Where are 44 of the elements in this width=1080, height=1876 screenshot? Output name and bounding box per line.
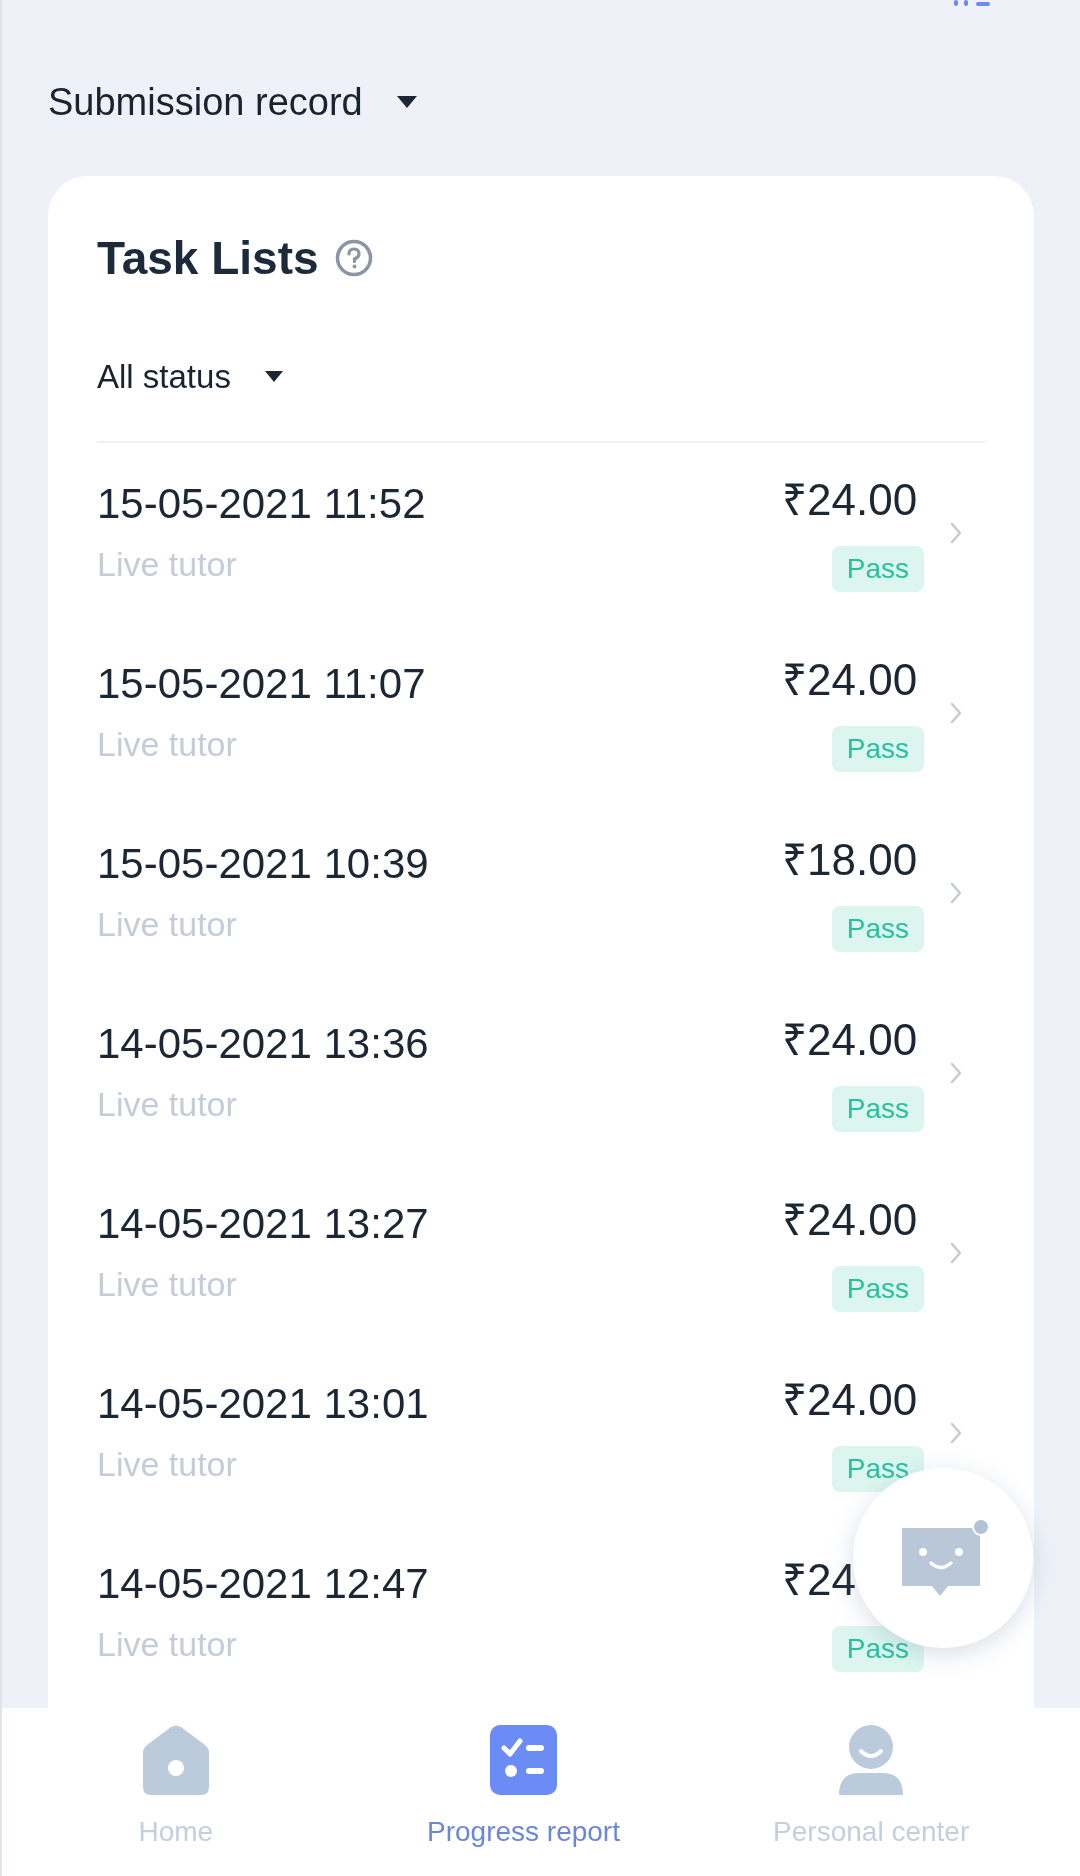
chat-bot-icon	[900, 1518, 990, 1598]
chevron-right-icon	[950, 882, 962, 904]
task-type-text: Live tutor	[97, 904, 237, 944]
caret-icon	[264, 370, 283, 382]
chevron-right-icon	[950, 522, 962, 544]
amount-text: ₹18.00	[782, 836, 918, 884]
status-badge: Pass	[831, 726, 924, 772]
chevron-right-icon	[950, 1062, 962, 1084]
amount-text: ₹24.00	[782, 476, 918, 524]
nav-tab[interactable]: Progress report	[349, 1708, 698, 1876]
status-badge: Pass	[831, 1086, 924, 1132]
status-badge: Pass	[831, 546, 924, 592]
caret-icon	[396, 96, 417, 108]
amount-text: ₹24.00	[782, 1016, 918, 1064]
home-icon	[142, 1725, 209, 1795]
date-time-text: 15-05-2021 11:52	[97, 480, 426, 528]
person-icon	[839, 1725, 904, 1795]
amount-text: ₹24.00	[782, 1196, 918, 1244]
task-type-text: Live tutor	[97, 1624, 237, 1664]
amount-text: ₹24	[782, 1556, 856, 1604]
amount-text: ₹24.00	[782, 656, 918, 704]
status-badge: Pass	[831, 1266, 924, 1312]
task-type-text: Live tutor	[97, 1084, 237, 1124]
task-type-text: Live tutor	[97, 1264, 237, 1304]
date-time-text: 14-05-2021 13:36	[97, 1020, 429, 1068]
status-filter-dropdown[interactable]: All status	[97, 359, 283, 393]
chevron-right-icon	[950, 1242, 962, 1264]
checklist-icon	[490, 1725, 557, 1795]
help-icon[interactable]	[334, 239, 373, 277]
date-time-text: 15-05-2021 10:39	[97, 840, 429, 888]
date-time-text: 14-05-2021 13:27	[97, 1200, 429, 1248]
card-title: Task Lists	[97, 235, 319, 281]
task-type-text: Live tutor	[97, 544, 237, 584]
submission-record-dropdown[interactable]: Submission record	[48, 83, 417, 121]
chevron-right-icon	[950, 1422, 962, 1444]
date-time-text: 14-05-2021 13:01	[97, 1380, 429, 1428]
amount-text: ₹24.00	[782, 1376, 918, 1424]
date-time-text: 15-05-2021 11:07	[97, 660, 426, 708]
chevron-right-icon	[950, 702, 962, 724]
status-badge: Pass	[831, 906, 924, 952]
task-type-text: Live tutor	[97, 724, 237, 764]
date-time-text: 14-05-2021 12:47	[97, 1560, 429, 1608]
bars-icon[interactable]	[952, 0, 992, 8]
task-type-text: Live tutor	[97, 1444, 237, 1484]
